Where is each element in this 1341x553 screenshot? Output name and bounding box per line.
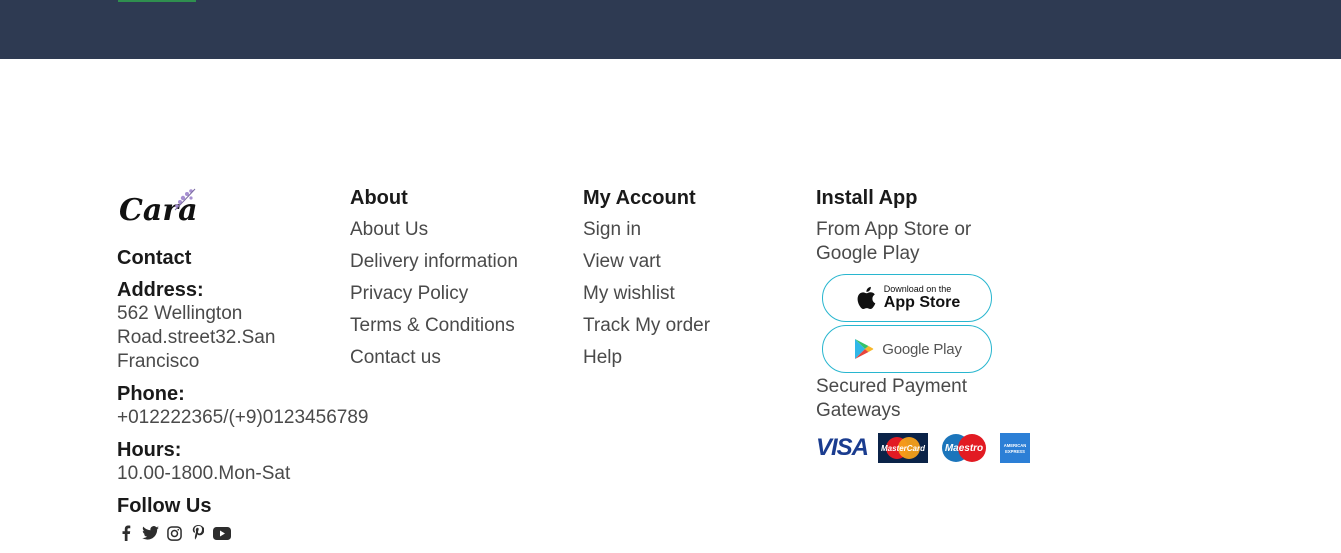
youtube-icon[interactable] (213, 524, 231, 542)
google-play-button[interactable]: Google Play (822, 325, 992, 373)
pinterest-icon[interactable] (189, 524, 207, 542)
svg-text:MasterCard: MasterCard (881, 444, 926, 453)
google-play-text: Google Play (882, 340, 962, 358)
app-store-big-text: App Store (883, 294, 961, 311)
track-order-link[interactable]: Track My order (583, 314, 783, 338)
header-band (0, 0, 1341, 59)
header-accent-bar (118, 0, 196, 2)
view-cart-link[interactable]: View vart (583, 250, 783, 274)
apple-icon (854, 286, 878, 310)
phone-label: Phone: (117, 383, 185, 405)
cara-logo: Cara (119, 188, 198, 228)
contact-heading: Contact (117, 247, 192, 269)
mastercard-logo: MasterCard (878, 433, 929, 463)
payment-methods: VISA MasterCard Maestro AMERICAN EXPRESS (816, 433, 1056, 463)
svg-text:Maestro: Maestro (945, 443, 983, 454)
sign-in-link[interactable]: Sign in (583, 218, 783, 242)
install-app-heading: Install App (816, 187, 918, 209)
address-line-1: 562 Wellington (117, 303, 243, 324)
help-link[interactable]: Help (583, 346, 783, 370)
app-store-small-text: Download on the (883, 284, 952, 294)
facebook-icon[interactable] (117, 524, 135, 542)
instagram-icon[interactable] (165, 524, 183, 542)
privacy-policy-link[interactable]: Privacy Policy (350, 282, 550, 306)
delivery-information-link[interactable]: Delivery information (350, 250, 550, 274)
social-links (117, 524, 347, 542)
hours-value: 10.00-1800.Mon-Sat (117, 463, 291, 484)
about-us-link[interactable]: About Us (350, 218, 550, 242)
app-store-button[interactable]: Download on the App Store (822, 274, 992, 322)
secured-payment-text: Secured Payment Gateways (816, 376, 968, 421)
about-heading: About (350, 187, 408, 209)
address-label: Address: (117, 279, 204, 301)
account-column: My Account Sign in View vart My wishlist… (583, 186, 783, 370)
install-subtitle: From App Store or Google Play (816, 219, 972, 264)
contact-us-link[interactable]: Contact us (350, 346, 550, 370)
my-wishlist-link[interactable]: My wishlist (583, 282, 783, 306)
phone-value: +012222365/(+9)0123456789 (117, 407, 369, 428)
install-app-column: Install App From App Store or Google Pla… (816, 186, 1056, 463)
svg-text:EXPRESS: EXPRESS (1005, 449, 1025, 454)
google-play-icon (852, 337, 876, 361)
twitter-icon[interactable] (141, 524, 159, 542)
svg-text:AMERICAN: AMERICAN (1004, 443, 1027, 448)
about-column: About About Us Delivery information Priv… (350, 186, 550, 370)
my-account-heading: My Account (583, 187, 696, 209)
visa-logo: VISA (816, 434, 869, 461)
maestro-logo: Maestro (938, 433, 990, 463)
hours-label: Hours: (117, 439, 182, 461)
amex-logo: AMERICAN EXPRESS (1000, 433, 1031, 463)
contact-column: Cara Contact Address: 562 Wellington Roa… (117, 186, 369, 542)
terms-conditions-link[interactable]: Terms & Conditions (350, 314, 550, 338)
address-line-2: Road.street32.San (117, 327, 276, 348)
address-line-3: Francisco (117, 351, 200, 372)
follow-us-heading: Follow Us (117, 495, 212, 517)
